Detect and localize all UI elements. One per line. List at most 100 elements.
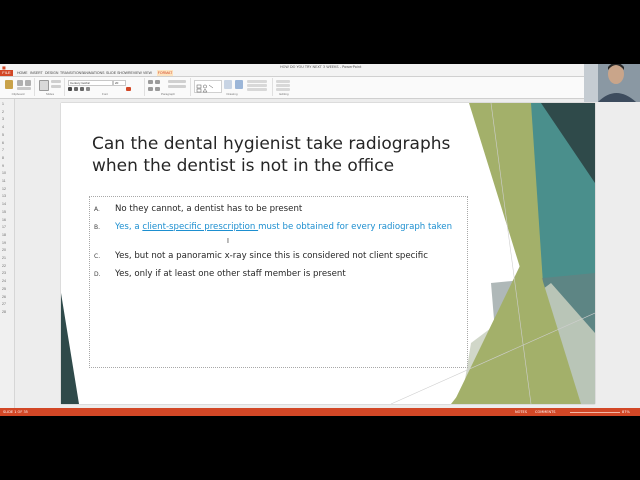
powerpoint-window: ■ HOW DO YOU TRY NEXT 3 WEEKS - PowerPoi… (0, 64, 640, 416)
cut-icon[interactable] (17, 80, 23, 86)
quick-styles-icon[interactable] (235, 80, 243, 89)
zoom-slider[interactable] (570, 411, 620, 413)
select-icon[interactable] (276, 88, 290, 91)
tab-format[interactable]: FORMAT (157, 70, 173, 76)
text-cursor-icon: I (227, 238, 229, 245)
webcam-overlay (584, 64, 640, 102)
slide-thumbnail-number[interactable]: 25 (2, 287, 12, 291)
slide-thumbnail-number[interactable]: 9 (2, 164, 12, 168)
slide-thumbnail-number[interactable]: 13 (2, 194, 12, 198)
bullets-icon[interactable] (148, 80, 153, 84)
format-painter-icon[interactable] (17, 87, 31, 90)
slide-thumbnail-number[interactable]: 12 (2, 187, 12, 191)
slide-thumbnail-number[interactable]: 24 (2, 279, 12, 283)
font-name-field[interactable]: Century Gothic (68, 80, 113, 86)
ribbon: Clipboard Slides Century Gothic 20 Font … (0, 77, 640, 99)
slide-thumbnail-number[interactable]: 18 (2, 233, 12, 237)
slide-thumbnail-number[interactable]: 2 (2, 110, 12, 114)
slide-thumbnail-number[interactable]: 19 (2, 241, 12, 245)
slide-thumbnail-number[interactable]: 20 (2, 248, 12, 252)
tab-design[interactable]: DESIGN (45, 70, 58, 76)
paragraph-label: Paragraph (160, 92, 175, 96)
presenter-video (584, 64, 640, 102)
option-text: No they cannot, a dentist has to be pres… (115, 204, 303, 214)
bold-icon[interactable] (68, 87, 72, 91)
slide-thumbnail-number[interactable]: 7 (2, 148, 12, 152)
letterbox-top (0, 0, 640, 64)
status-bar: SLIDE 1 OF 35 NOTES COMMENTS 87% (0, 408, 640, 416)
slide-thumbnail-number[interactable]: 11 (2, 179, 12, 183)
shape-outline-icon[interactable] (247, 84, 267, 87)
slide-thumbnail-number[interactable]: 6 (2, 141, 12, 145)
option-letter: C. (94, 253, 101, 260)
option-text: Yes, a client-specific prescription must… (115, 222, 455, 233)
slide-thumbnail-number[interactable]: 5 (2, 133, 12, 137)
drawing-label: Drawing (226, 92, 238, 96)
letterbox-bottom (0, 416, 640, 480)
tab-animations[interactable]: ANIMATIONS (83, 70, 105, 76)
new-slide-icon[interactable] (39, 80, 49, 91)
notes-button[interactable]: NOTES (515, 408, 527, 416)
arrange-icon[interactable] (224, 80, 232, 89)
slide-thumbnail-number[interactable]: 10 (2, 171, 12, 175)
drawing-group: Drawing (192, 78, 273, 96)
tab-slide-show[interactable]: SLIDE SHOW (106, 70, 128, 76)
option-letter: A. (94, 206, 100, 213)
slide-thumbnail-number[interactable]: 23 (2, 271, 12, 275)
slide-title[interactable]: Can the dental hygienist take radiograph… (92, 133, 472, 177)
text-direction-icon[interactable] (168, 80, 186, 83)
slide-thumbnail-number[interactable]: 3 (2, 117, 12, 121)
option-text: Yes, but not a panoramic x-ray since thi… (115, 251, 428, 261)
slide-counter: SLIDE 1 OF 35 (3, 410, 28, 414)
slide-thumbnail-number[interactable]: 15 (2, 210, 12, 214)
font-label: Font (101, 92, 108, 96)
font-size-field[interactable]: 20 (113, 80, 126, 86)
shape-effects-icon[interactable] (247, 88, 267, 91)
tab-transitions[interactable]: TRANSITIONS (60, 70, 84, 76)
slide-thumbnail-number[interactable]: 8 (2, 156, 12, 160)
slide-canvas[interactable]: Can the dental hygienist take radiograph… (61, 103, 595, 404)
answer-option-b[interactable]: B. Yes, a client-specific prescription m… (94, 222, 454, 244)
reset-icon[interactable] (51, 85, 61, 88)
slide-thumbnail-pane[interactable]: 1 2 3 4 5 6 7 8 9 10 11 12 13 14 15 16 17 18 19 20 21 22 23 24 2… (0, 99, 15, 408)
shadow-icon[interactable] (86, 87, 90, 91)
slide-thumbnail-number[interactable]: 26 (2, 295, 12, 299)
slide-thumbnail-number[interactable]: 22 (2, 264, 12, 268)
app-logo-icon: ■ (2, 64, 6, 70)
align-left-icon[interactable] (148, 87, 153, 91)
slide-thumbnail-number[interactable]: 16 (2, 218, 12, 222)
comments-button[interactable]: COMMENTS (535, 408, 555, 416)
prescription-link[interactable]: client-specific prescription (142, 222, 258, 232)
window-title: HOW DO YOU TRY NEXT 3 WEEKS - PowerPoint (280, 64, 362, 69)
ribbon-tabs: FILE HOME INSERT DESIGN TRANSITIONS ANIM… (0, 70, 640, 77)
numbering-icon[interactable] (155, 80, 160, 84)
slide-thumbnail-number[interactable]: 1 (2, 102, 12, 106)
editing-label: Editing (279, 92, 289, 96)
underline-icon[interactable] (80, 87, 84, 91)
font-color-icon[interactable] (126, 87, 131, 91)
tab-view[interactable]: VIEW (143, 70, 152, 76)
tab-file[interactable]: FILE (0, 70, 13, 76)
tab-review[interactable]: REVIEW (128, 70, 142, 76)
tab-insert[interactable]: INSERT (30, 70, 43, 76)
tab-home[interactable]: HOME (17, 70, 28, 76)
slide-thumbnail-number[interactable]: 14 (2, 202, 12, 206)
layout-icon[interactable] (51, 80, 61, 83)
slide-thumbnail-number[interactable]: 27 (2, 302, 12, 306)
copy-icon[interactable] (25, 80, 31, 86)
slide-thumbnail-number[interactable]: 21 (2, 256, 12, 260)
slide-thumbnail-number[interactable]: 4 (2, 125, 12, 129)
paste-icon[interactable] (5, 80, 13, 89)
option-text-start: Yes, a (115, 222, 143, 232)
align-text-icon[interactable] (168, 85, 186, 88)
align-center-icon[interactable] (155, 87, 160, 91)
find-icon[interactable] (276, 80, 290, 83)
italic-icon[interactable] (74, 87, 78, 91)
slide-thumbnail-number[interactable]: 17 (2, 225, 12, 229)
replace-icon[interactable] (276, 84, 290, 87)
shape-fill-icon[interactable] (247, 80, 267, 83)
slide-thumbnail-number[interactable]: 28 (2, 310, 12, 314)
option-letter: B. (94, 224, 101, 231)
option-text-end: must be obtained for every radiograph ta… (258, 222, 453, 232)
slides-label: Slides (45, 92, 55, 96)
